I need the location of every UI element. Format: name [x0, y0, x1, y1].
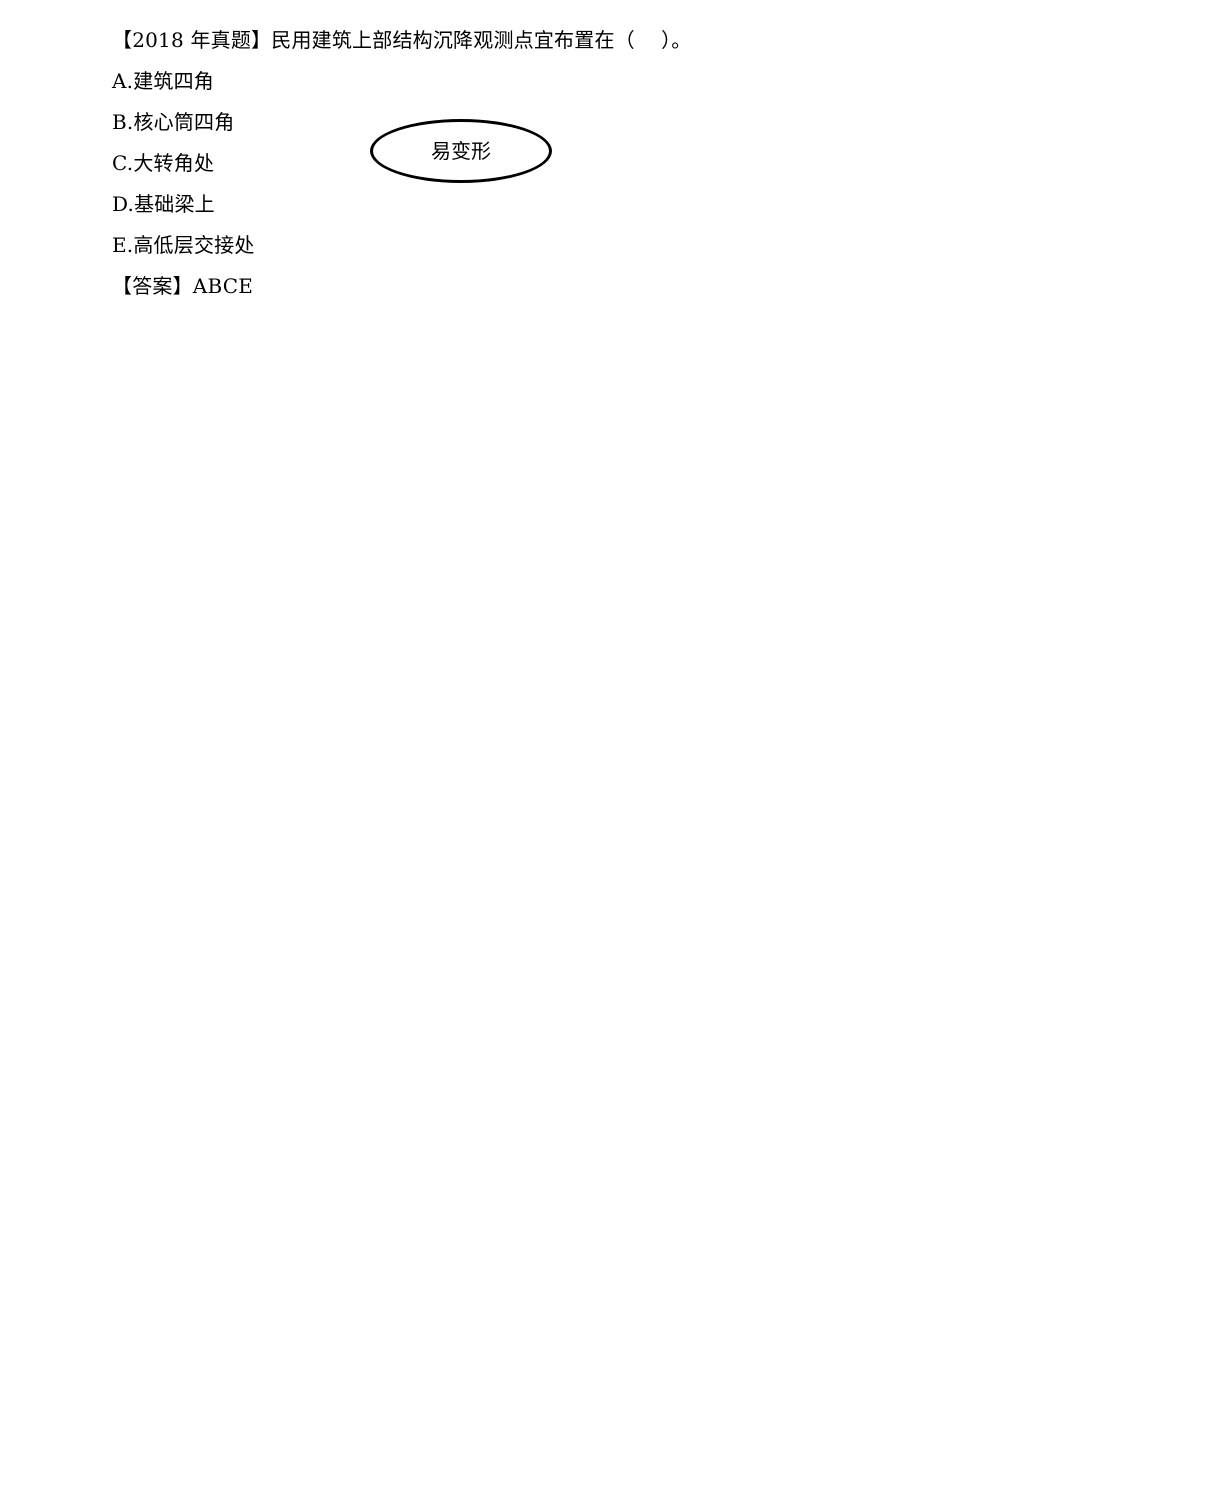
- option-b: B.核心筒四角: [112, 110, 235, 134]
- answer-line: 【答案】ABCE: [112, 274, 254, 298]
- option-e: E.高低层交接处: [112, 233, 255, 257]
- option-d: D.基础梁上: [112, 192, 215, 216]
- document-page: 【2018 年真题】民用建筑上部结构沉降观测点宜布置在（ ）。 A.建筑四角 B…: [0, 0, 1224, 1486]
- option-a: A.建筑四角: [112, 69, 215, 93]
- annotation-text: 易变形: [431, 139, 491, 163]
- question-title: 【2018 年真题】民用建筑上部结构沉降观测点宜布置在（ ）。: [112, 28, 692, 52]
- option-c: C.大转角处: [112, 151, 215, 175]
- annotation-oval: 易变形: [370, 119, 552, 183]
